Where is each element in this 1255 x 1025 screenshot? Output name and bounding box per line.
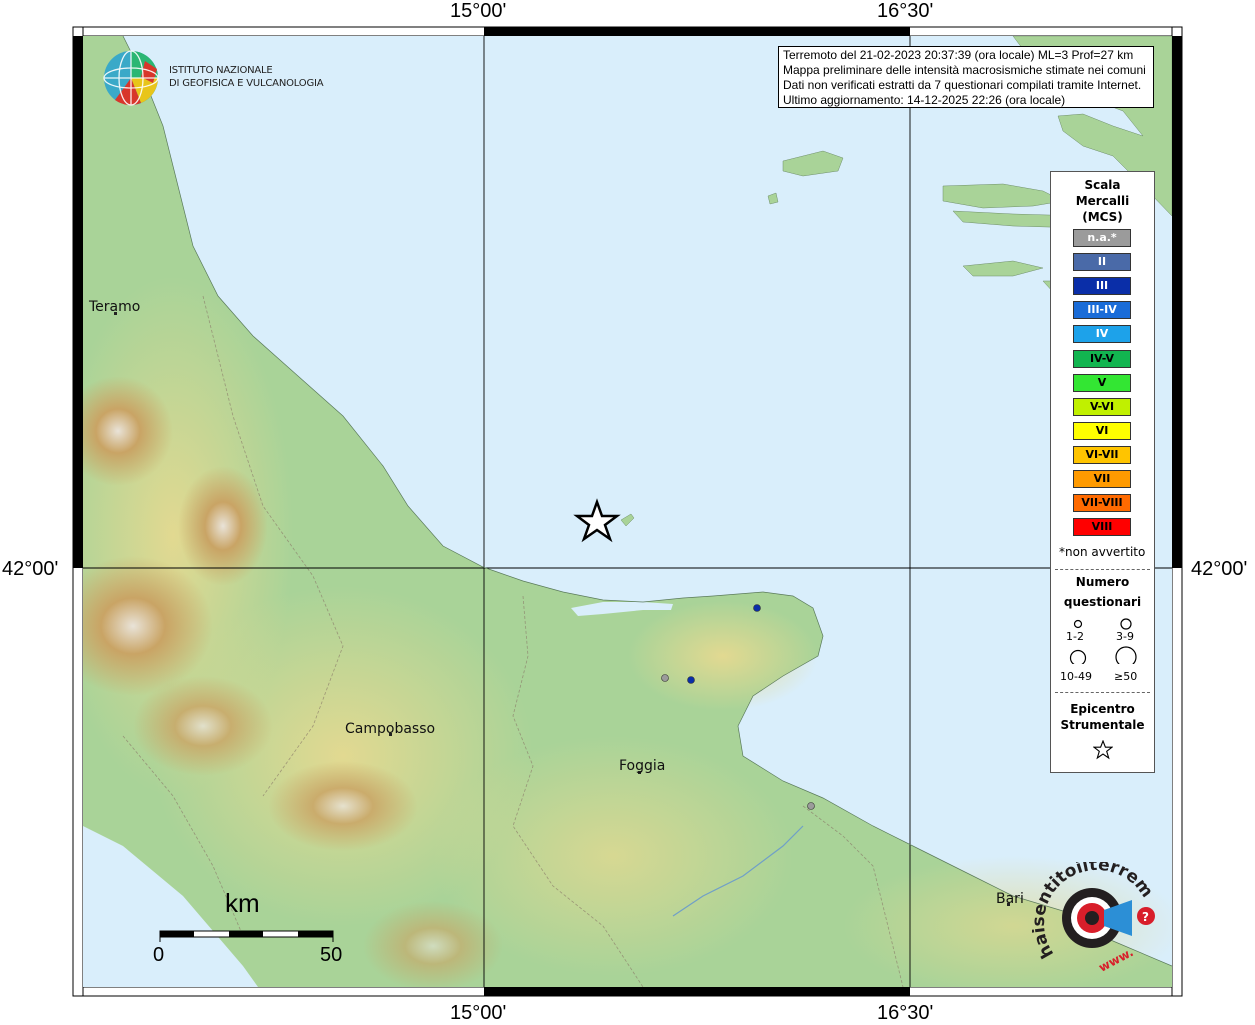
count-label-2: 3-9	[1116, 630, 1134, 643]
city-label-teramo: Teramo	[89, 299, 141, 315]
event-info-box: Terremoto del 21-02-2023 20:37:39 (ora l…	[778, 46, 1154, 108]
legend-count-title-2: questionari	[1063, 595, 1142, 609]
info-line-2: Mappa preliminare delle intensità macros…	[783, 63, 1146, 77]
count-symbol-4	[1115, 646, 1137, 664]
mcs-swatch: VI	[1073, 421, 1131, 440]
mcs-swatch: VII-VIII	[1073, 494, 1131, 513]
legend-divider	[1055, 569, 1150, 570]
watermark-prefix: www.	[1096, 945, 1135, 974]
gargano-relief	[628, 601, 818, 711]
count-symbol-3	[1069, 649, 1087, 664]
scale-max: 50	[320, 944, 343, 966]
mcs-swatch: VI-VII	[1073, 445, 1131, 464]
info-line-1: Terremoto del 21-02-2023 20:37:39 (ora l…	[783, 48, 1134, 62]
mcs-swatch: V	[1073, 373, 1131, 392]
map-area[interactable]: Teramo Campobasso Foggia Bari km 0 50	[83, 36, 1172, 987]
matese-relief	[268, 761, 418, 851]
intensity-point-iii[interactable]	[753, 604, 761, 612]
count-label-3: 10-49	[1060, 670, 1092, 683]
mcs-swatch: VIII	[1073, 518, 1131, 537]
intensity-point-na[interactable]	[807, 802, 815, 810]
count-label-4: ≥50	[1114, 670, 1138, 683]
mcs-swatch: V-VI	[1073, 397, 1131, 416]
info-line-4: Ultimo aggiornamento: 14-12-2025 22:26 (…	[783, 93, 1066, 107]
legend-not-felt: *non avvertito	[1059, 545, 1146, 559]
globe-icon	[103, 50, 159, 106]
haisentito-logo: ? haisentitoilterremoto.it www.	[1026, 847, 1162, 975]
haisentito-logo-mark: ? haisentitoilterremoto.it www.	[1026, 847, 1157, 975]
coord-bottom-1: 15°00'	[450, 1002, 507, 1024]
epicenter-star-icon	[1093, 740, 1113, 760]
apennine-relief-2	[133, 676, 273, 776]
scale-min: 0	[153, 944, 165, 966]
map-canvas	[83, 36, 1172, 987]
coord-bottom-2: 16°30'	[877, 1002, 934, 1024]
mcs-swatch: IV-V	[1073, 349, 1131, 368]
ingv-logo	[101, 49, 161, 107]
info-line-3: Dati non verificati estratti da 7 questi…	[783, 78, 1142, 92]
legend-epicenter-title-1: Epicentro	[1070, 702, 1135, 716]
mcs-swatch: III-IV	[1073, 301, 1131, 320]
mcs-swatch: III	[1073, 277, 1131, 296]
count-symbol-1	[1073, 619, 1083, 629]
scale-unit: km	[225, 888, 260, 918]
mcs-swatch: n.a.*	[1073, 229, 1131, 247]
count-symbol-2	[1120, 618, 1132, 630]
legend-count-title-1: Numero	[1075, 575, 1130, 589]
svg-text:?: ?	[1142, 910, 1149, 924]
coord-top-2: 16°30'	[877, 0, 934, 22]
legend-epicenter-title-2: Strumentale	[1060, 718, 1145, 732]
city-label-foggia: Foggia	[619, 758, 666, 774]
coord-top-1: 15°00'	[450, 0, 507, 22]
campania-relief	[363, 901, 503, 987]
ingv-logo-text: ISTITUTO NAZIONALE DI GEOFISICA E VULCAN…	[169, 64, 324, 90]
city-label-bari: Bari	[996, 891, 1024, 907]
legend-title: Scala Mercalli (MCS)	[1051, 177, 1154, 225]
legend: Scala Mercalli (MCS) n.a.* II III III-IV IV I…	[1050, 171, 1155, 773]
city-label-campobasso: Campobasso	[345, 721, 436, 737]
legend-title-3: (MCS)	[1082, 210, 1123, 224]
legend-divider	[1055, 692, 1150, 693]
mcs-swatch: II	[1073, 253, 1131, 272]
logo-line-1: ISTITUTO NAZIONALE	[169, 65, 273, 76]
mcs-swatch: VII	[1073, 470, 1131, 488]
coord-right: 42°00'	[1191, 558, 1248, 580]
coord-left: 42°00'	[2, 558, 59, 580]
legend-title-1: Scala	[1084, 178, 1121, 192]
intensity-point-iii[interactable]	[687, 676, 695, 684]
mcs-swatch: IV	[1073, 325, 1131, 344]
logo-line-2: DI GEOFISICA E VULCANOLOGIA	[169, 78, 324, 89]
intensity-point-na[interactable]	[661, 674, 669, 682]
legend-title-2: Mercalli	[1075, 194, 1130, 208]
count-label-1: 1-2	[1066, 630, 1084, 643]
